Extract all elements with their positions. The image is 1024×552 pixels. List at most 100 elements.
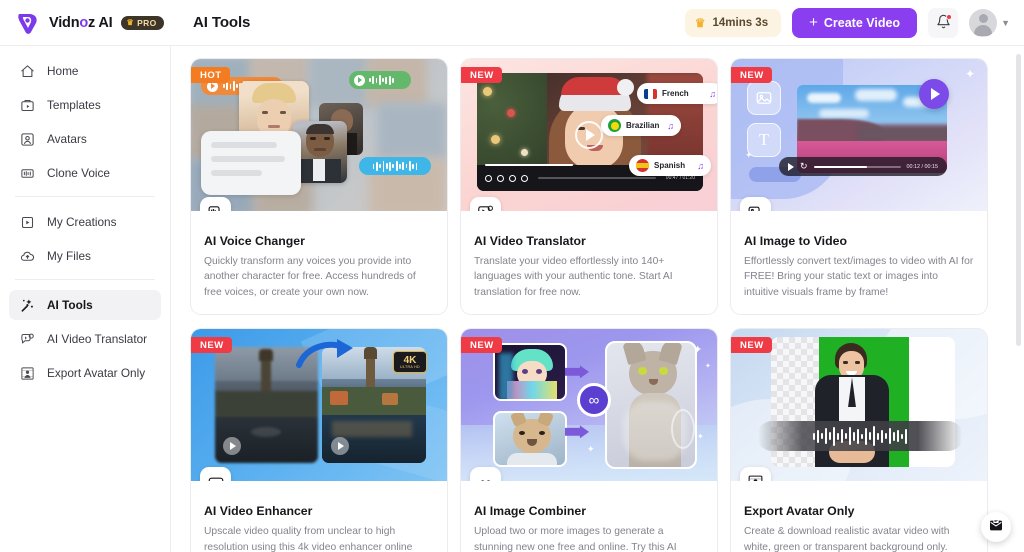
- notifications-button[interactable]: [928, 7, 959, 38]
- top-header: Vidnoz AI ♛ PRO AI Tools ♛ 14mins 3s + C…: [0, 0, 1024, 46]
- plus-icon: +: [809, 13, 818, 31]
- sidebar-item-label: Clone Voice: [47, 166, 110, 180]
- crown-icon: ♛: [126, 17, 135, 27]
- brand-name: Vidnoz AI: [49, 14, 113, 31]
- sidebar-item-home[interactable]: Home: [9, 56, 161, 86]
- sidebar-item-label: Avatars: [47, 132, 87, 146]
- avatars-icon: [19, 131, 35, 147]
- sidebar-group-main: Home Templates Avatars Clone Voice: [9, 56, 161, 188]
- export-avatar-icon: [19, 365, 35, 381]
- card-badge: NEW: [461, 67, 502, 83]
- sidebar-item-clone-voice[interactable]: Clone Voice: [9, 158, 161, 188]
- vidnoz-logo-icon: [16, 11, 42, 35]
- card-description: Upload two or more images to generate a …: [474, 526, 677, 552]
- sidebar-item-label: Templates: [47, 98, 101, 112]
- card-badge: NEW: [731, 337, 772, 354]
- sidebar-item-avatars[interactable]: Avatars: [9, 124, 161, 154]
- sidebar-item-label: Export Avatar Only: [47, 366, 146, 380]
- sidebar-item-export-avatar-only[interactable]: Export Avatar Only: [9, 358, 161, 388]
- card-body: Export Avatar Only Create & download rea…: [731, 481, 987, 552]
- card-badge: HOT: [191, 67, 230, 83]
- card-body: AI Voice Changer Quickly transform any v…: [191, 211, 447, 314]
- sidebar-item-my-files[interactable]: My Files: [9, 241, 161, 271]
- user-menu[interactable]: ▼: [969, 8, 1010, 37]
- video-translator-icon: [470, 197, 501, 211]
- sidebar-item-label: Home: [47, 64, 79, 78]
- card-thumbnail: NEW: [731, 329, 987, 482]
- chat-support-button[interactable]: [981, 512, 1011, 542]
- infinity-icon: ∞: [470, 467, 501, 482]
- sidebar-group-tools: AI Tools AI Video Translator Export Avat…: [9, 290, 161, 388]
- notification-dot: [946, 13, 953, 20]
- card-description: Translate your video effortlessly into 1…: [474, 256, 673, 298]
- card-title: AI Video Enhancer: [204, 504, 313, 519]
- tools-grid: HOT AI Voice Changer Quickly transform a…: [171, 46, 1024, 552]
- my-creations-icon: [19, 214, 35, 230]
- sidebar: Home Templates Avatars Clone Voice My Cr…: [0, 46, 171, 552]
- sidebar-group-library: My Creations My Files: [9, 207, 161, 271]
- home-icon: [19, 63, 35, 79]
- card-body: AI Video Translator Translate your video…: [461, 211, 717, 314]
- card-description: Quickly transform any voices you provide…: [204, 256, 416, 298]
- image-to-video-icon: [740, 197, 771, 211]
- card-badge: NEW: [191, 337, 232, 354]
- export-avatar-icon: [740, 467, 771, 482]
- language-label: Brazilian: [626, 121, 660, 130]
- language-label: Spanish: [654, 161, 686, 170]
- svg-text:HD: HD: [212, 481, 220, 482]
- create-video-button[interactable]: + Create Video: [792, 7, 918, 38]
- my-files-icon: [19, 248, 35, 264]
- tool-card-ai-video-enhancer[interactable]: 4K ULTRA HD NEW AI Video Enhancer Upscal…: [190, 328, 448, 552]
- card-description: Create & download realistic avatar video…: [744, 526, 950, 552]
- tool-card-ai-image-to-video[interactable]: ✦ ✦ T ↻ 00:12 / 00:15 NEW AI Image to Vi…: [730, 58, 988, 316]
- crown-icon: ♛: [694, 15, 706, 30]
- card-title: AI Image Combiner: [474, 504, 587, 519]
- page-title: AI Tools: [193, 14, 251, 31]
- sidebar-item-templates[interactable]: Templates: [9, 90, 161, 120]
- sidebar-item-ai-video-translator[interactable]: AI Video Translator: [9, 324, 161, 354]
- card-body: AI Image to Video Effortlessly convert t…: [731, 211, 987, 314]
- sidebar-item-label: My Files: [47, 249, 91, 263]
- sidebar-item-label: AI Video Translator: [47, 332, 148, 346]
- card-title: AI Voice Changer: [204, 234, 305, 248]
- templates-icon: [19, 97, 35, 113]
- audio-icon: ♫: [697, 160, 704, 171]
- sidebar-item-ai-tools[interactable]: AI Tools: [9, 290, 161, 320]
- tool-card-ai-video-translator[interactable]: 00:47 / 01:20 French ♫ Brazilian ♫ Spani…: [460, 58, 718, 316]
- credits-label: 14mins 3s: [712, 16, 769, 29]
- tool-card-ai-voice-changer[interactable]: HOT AI Voice Changer Quickly transform a…: [190, 58, 448, 316]
- hd-icon: HD: [200, 467, 231, 482]
- vertical-scrollbar[interactable]: [1016, 54, 1021, 346]
- chevron-down-icon: ▼: [1001, 17, 1010, 28]
- card-description: Effortlessly convert text/images to vide…: [744, 256, 974, 298]
- pro-badge-label: PRO: [137, 17, 157, 28]
- voice-changer-art: [191, 59, 447, 211]
- image-chip: [747, 81, 781, 115]
- main-content: HOT AI Voice Changer Quickly transform a…: [171, 46, 1024, 552]
- card-thumbnail: ✦ ✦ T ↻ 00:12 / 00:15 NEW: [731, 59, 987, 211]
- card-thumbnail: HOT: [191, 59, 447, 211]
- language-label: French: [662, 89, 689, 98]
- card-title: AI Image to Video: [744, 234, 847, 248]
- brand-logo[interactable]: Vidnoz AI ♛ PRO: [16, 11, 171, 35]
- card-description: Upscale video quality from unclear to hi…: [204, 526, 413, 552]
- player-time: 00:12 / 00:15: [906, 163, 938, 170]
- card-title: Export Avatar Only: [744, 504, 855, 519]
- card-body: AI Image Combiner Upload two or more ima…: [461, 481, 717, 552]
- create-video-label: Create Video: [823, 15, 901, 30]
- text-chip: T: [747, 123, 781, 157]
- card-thumbnail: 4K ULTRA HD NEW: [191, 329, 447, 482]
- card-body: AI Video Enhancer Upscale video quality …: [191, 481, 447, 552]
- sidebar-divider: [15, 279, 155, 280]
- audio-icon: ♫: [667, 120, 674, 131]
- credits-pill[interactable]: ♛ 14mins 3s: [684, 8, 782, 37]
- card-title: AI Video Translator: [474, 234, 586, 248]
- card-badge: NEW: [731, 67, 772, 83]
- pro-badge: ♛ PRO: [121, 15, 164, 30]
- tool-card-ai-image-combiner[interactable]: ✦ ✦ ✦ ✦ ∞ NEW AI Image Combiner Upload t…: [460, 328, 718, 552]
- sidebar-divider: [15, 196, 155, 197]
- tool-card-export-avatar-only[interactable]: NEW Export Avatar Only Create & download…: [730, 328, 988, 552]
- sidebar-item-my-creations[interactable]: My Creations: [9, 207, 161, 237]
- ai-video-translator-icon: [19, 331, 35, 347]
- clone-voice-icon: [19, 165, 35, 181]
